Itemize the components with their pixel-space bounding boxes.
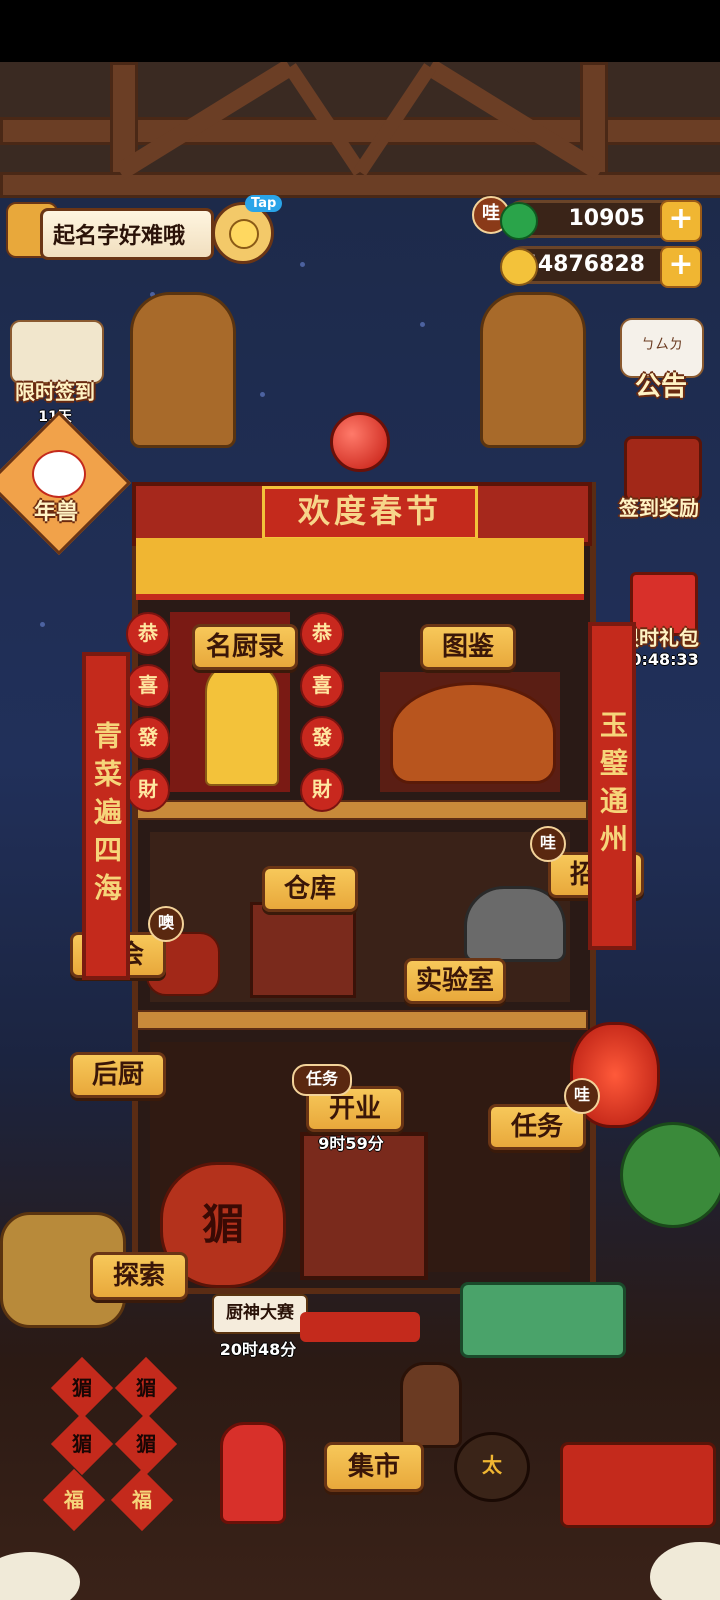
villager-character[interactable] bbox=[400, 1362, 462, 1448]
feast-dish bbox=[390, 682, 556, 784]
star bbox=[300, 262, 305, 267]
red-orb bbox=[330, 412, 390, 472]
lantern: 財 bbox=[300, 768, 344, 812]
add-gems-button[interactable]: + bbox=[660, 200, 702, 242]
status-bar bbox=[0, 0, 720, 62]
player-name-box[interactable]: 起名字好难哦 bbox=[40, 208, 214, 260]
fu-text: 猸 bbox=[136, 1376, 156, 1400]
fu-sign: 福 bbox=[110, 1468, 174, 1532]
firecrackers bbox=[300, 1312, 420, 1342]
notice-label[interactable]: 公告 bbox=[616, 366, 706, 403]
green-table bbox=[460, 1282, 626, 1358]
cloud bbox=[650, 1542, 720, 1600]
couplet-left: 青菜遍四海 bbox=[82, 652, 130, 980]
fu-sign: 猸 bbox=[50, 1356, 114, 1420]
floor-2 bbox=[136, 1010, 588, 1030]
star bbox=[420, 322, 425, 327]
lantern: 發 bbox=[300, 716, 344, 760]
open-timer: 9时59分 bbox=[318, 1134, 384, 1153]
roof-truss bbox=[120, 62, 600, 180]
lantern: 喜 bbox=[126, 664, 170, 708]
lanterns-left: 恭 喜 發 財 bbox=[126, 612, 170, 812]
nianshou-icon bbox=[32, 450, 86, 498]
lantern: 發 bbox=[126, 716, 170, 760]
fu-decorations: 猸 猸 猸 猸 福 福 bbox=[0, 1356, 190, 1532]
gem-value: 10905 bbox=[568, 206, 645, 231]
signin-label[interactable]: 限时签到 bbox=[0, 376, 110, 405]
chefs-label[interactable]: 名厨录 bbox=[192, 624, 298, 670]
fu-text: 福 bbox=[132, 1488, 152, 1512]
lantern: 喜 bbox=[300, 664, 344, 708]
mascot-face-icon bbox=[229, 219, 259, 249]
signin-reward-label[interactable]: 签到奖励 bbox=[604, 492, 714, 521]
fu-text: 猸 bbox=[136, 1432, 156, 1456]
tasks-badge: 哇 bbox=[564, 1078, 600, 1114]
fu-text: 猸 bbox=[72, 1376, 92, 1400]
festival-banner: 欢度春节 bbox=[262, 486, 478, 540]
recruit-badge: 哇 bbox=[530, 826, 566, 862]
rooster-chef-character[interactable] bbox=[220, 1422, 286, 1524]
fu-text: 猸 bbox=[72, 1432, 92, 1456]
main-door[interactable] bbox=[300, 1132, 428, 1280]
fu-sign: 福 bbox=[42, 1468, 106, 1532]
coin-icon bbox=[500, 248, 538, 286]
lanterns-right: 恭 喜 發 財 bbox=[300, 612, 344, 812]
star bbox=[260, 392, 265, 397]
lab-cauldron bbox=[464, 886, 566, 962]
contest-timer: 20时48分 bbox=[219, 1340, 297, 1359]
nianshou-label[interactable]: 年兽 bbox=[6, 494, 106, 526]
fu-sign: 猸 bbox=[114, 1412, 178, 1476]
player-name: 起名字好难哦 bbox=[53, 224, 186, 249]
warehouse-room[interactable] bbox=[250, 902, 356, 998]
gift-boxes bbox=[560, 1442, 716, 1528]
add-coins-button[interactable]: + bbox=[660, 246, 702, 288]
lab-label[interactable]: 实验室 bbox=[404, 958, 506, 1004]
lantern: 恭 bbox=[126, 612, 170, 656]
couplet-right: 玉璧通州 bbox=[588, 622, 636, 950]
floor-1 bbox=[136, 800, 588, 820]
lantern: 恭 bbox=[300, 612, 344, 656]
gem-icon bbox=[500, 202, 538, 240]
fu-sign: 猸 bbox=[50, 1412, 114, 1476]
fu-text: 福 bbox=[64, 1488, 84, 1512]
explore-label[interactable]: 探索 bbox=[90, 1252, 188, 1300]
market-label[interactable]: 集市 bbox=[324, 1442, 424, 1492]
clay-pot: 太 bbox=[454, 1432, 530, 1502]
kitchen-label[interactable]: 后厨 bbox=[70, 1052, 166, 1098]
star bbox=[40, 622, 45, 627]
cloud bbox=[0, 1552, 80, 1600]
right-dragon bbox=[480, 292, 586, 448]
game-scene: 起名字好难哦 Tap 10905 哇 + 44876828 + 限时签到 11天… bbox=[0, 62, 720, 1600]
tap-mascot-button[interactable]: Tap bbox=[212, 195, 283, 264]
left-dragon bbox=[130, 292, 236, 448]
atlas-label[interactable]: 图鉴 bbox=[420, 624, 516, 670]
chef-contest-sign[interactable]: 厨神大赛 bbox=[212, 1294, 308, 1334]
fu-sign: 猸 bbox=[114, 1356, 178, 1420]
banquet-badge: 噢 bbox=[148, 906, 184, 942]
warehouse-label[interactable]: 仓库 bbox=[262, 866, 358, 912]
tap-badge: Tap bbox=[245, 195, 283, 212]
awning bbox=[136, 538, 584, 600]
lantern: 財 bbox=[126, 768, 170, 812]
signin-calendar-icon[interactable] bbox=[10, 320, 104, 384]
golden-chef-statue bbox=[205, 662, 279, 786]
coin-value: 44876828 bbox=[522, 252, 645, 277]
tree bbox=[620, 1122, 720, 1228]
open-task-badge: 任务 bbox=[292, 1064, 352, 1096]
